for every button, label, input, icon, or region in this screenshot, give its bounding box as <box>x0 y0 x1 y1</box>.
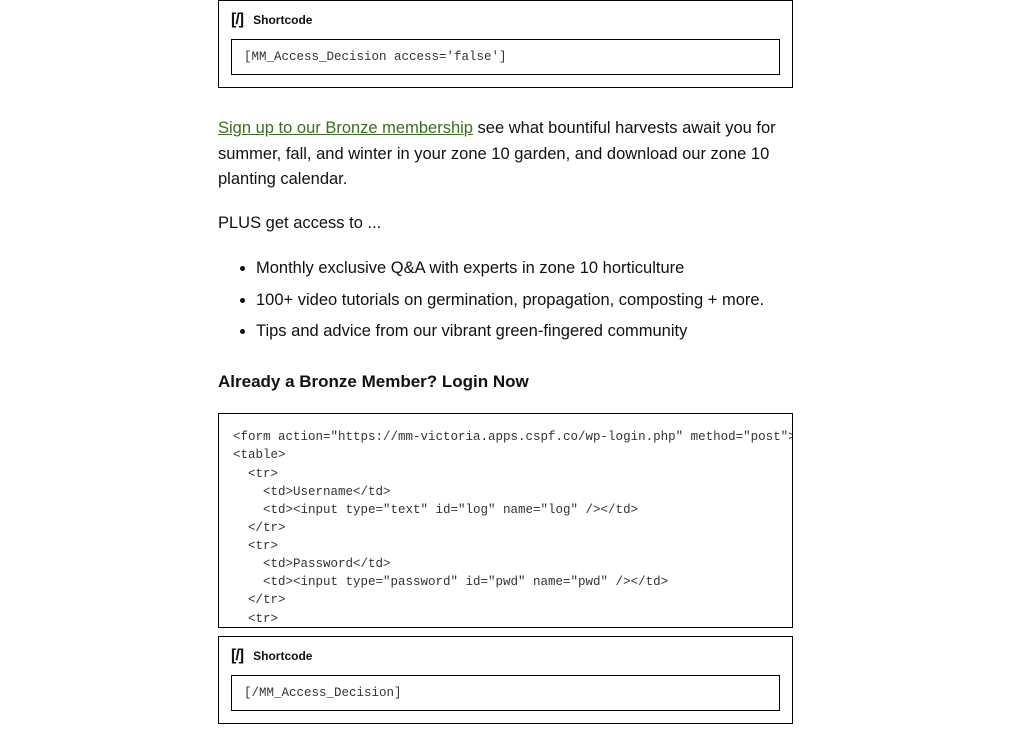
login-subhead: Already a Bronze Member? Login Now <box>218 369 793 395</box>
signup-link[interactable]: Sign up to our Bronze membership <box>218 119 473 137</box>
shortcode-input-open[interactable] <box>231 39 780 75</box>
html-code-block: <form action="https://mm-victoria.apps.c… <box>218 413 793 628</box>
list-item: 100+ video tutorials on germination, pro… <box>256 288 793 314</box>
shortcode-input-close[interactable] <box>231 675 780 711</box>
pitch-paragraph: Sign up to our Bronze membership see wha… <box>218 116 793 193</box>
shortcode-block-header: [/] Shortcode <box>231 11 780 29</box>
shortcode-block-open: [/] Shortcode <box>218 0 793 88</box>
shortcode-block-close: [/] Shortcode <box>218 636 793 724</box>
shortcode-icon: [/] <box>231 11 243 29</box>
plus-paragraph: PLUS get access to ... <box>218 211 793 237</box>
benefits-list: Monthly exclusive Q&A with experts in zo… <box>218 256 793 345</box>
shortcode-block-label: Shortcode <box>253 649 312 663</box>
shortcode-block-header: [/] Shortcode <box>231 647 780 665</box>
shortcode-block-label: Shortcode <box>253 13 312 27</box>
list-item: Tips and advice from our vibrant green-f… <box>256 319 793 345</box>
shortcode-icon: [/] <box>231 647 243 665</box>
list-item: Monthly exclusive Q&A with experts in zo… <box>256 256 793 282</box>
article-body: Sign up to our Bronze membership see wha… <box>218 116 793 395</box>
